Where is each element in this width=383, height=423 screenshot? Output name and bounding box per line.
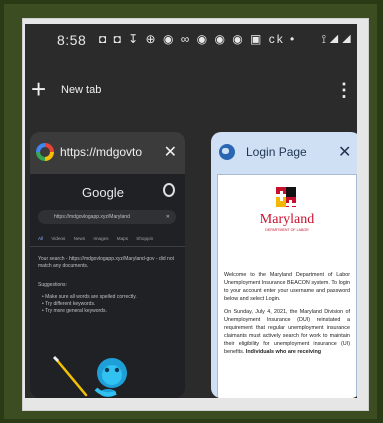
more-options-icon[interactable]: ⋮ (335, 80, 353, 101)
tab-card-title: Login Page (246, 145, 307, 159)
suggestions-heading: Suggestions: (38, 282, 67, 288)
no-results-illustration (52, 355, 127, 397)
globe-icon (219, 144, 235, 160)
notice-paragraph: On Sunday, July 4, 2021, the Maryland Di… (224, 308, 350, 356)
suggestions-list: • Make sure all words are spelled correc… (42, 294, 172, 315)
tab-card-preview: Google https://mdgovlogapp.xyz/Maryland … (30, 174, 185, 398)
welcome-paragraph: Welcome to the Maryland Department of La… (224, 272, 350, 302)
tab-card-google-search[interactable]: https://mdgovto ✕ Google https://mdgovlo… (30, 132, 185, 398)
tab-switcher-toolbar: + New tab ⋮ (25, 74, 357, 106)
close-tab-button[interactable]: ✕ (164, 142, 177, 162)
google-wordmark: Google (82, 185, 124, 200)
result-tab-all: All (38, 236, 44, 241)
maryland-logo-subtitle: DEPARTMENT OF LABOR (265, 228, 309, 232)
new-tab-plus-icon[interactable]: + (31, 74, 46, 105)
suggestion-item: • Make sure all words are spelled correc… (42, 294, 137, 300)
tab-card-header: Login Page ✕ (211, 132, 357, 174)
google-g-icon (36, 143, 54, 161)
account-avatar-icon (163, 183, 175, 197)
suggestion-item: • Try more general keywords. (42, 308, 107, 314)
result-tab-videos: Videos (51, 236, 66, 241)
clear-search-icon: ✕ (165, 214, 170, 220)
search-box: https://mdgovlogapp.xyz/Maryland ✕ (38, 210, 176, 224)
status-bar: 8:58 ◘ ◘ ↧ ⊕ ◉ ∞ ◉ ◉ ◉ ▣ ck • ⟟ ◢ ◢ (25, 30, 357, 50)
result-tab-images: Images (93, 236, 109, 241)
suggestion-item: • Try different keywords. (42, 301, 96, 307)
maryland-logo-word: Maryland (260, 212, 314, 227)
notice-bold-text: Individuals who are receiving (245, 349, 322, 355)
result-tab-news: News (73, 236, 86, 241)
notification-icons: ◘ ◘ ↧ ⊕ ◉ ∞ ◉ ◉ ◉ ▣ ck • (99, 32, 297, 46)
tab-card-preview: Maryland DEPARTMENT OF LABOR Welcome to … (217, 174, 357, 398)
maryland-labor-logo: Maryland DEPARTMENT OF LABOR (260, 187, 314, 232)
login-page-text: Welcome to the Maryland Department of La… (224, 271, 350, 361)
divider (30, 246, 185, 247)
phone-screen: 8:58 ◘ ◘ ↧ ⊕ ◉ ∞ ◉ ◉ ◉ ▣ ck • ⟟ ◢ ◢ + Ne… (25, 24, 357, 398)
tab-card-header: https://mdgovto ✕ (30, 132, 185, 174)
tab-card-url: https://mdgovto (60, 145, 143, 159)
tab-card-login-page[interactable]: Login Page ✕ Maryland DEPARTMENT OF LABO… (211, 132, 357, 398)
status-time: 8:58 (57, 32, 87, 48)
new-tab-button[interactable]: New tab (61, 84, 101, 96)
close-tab-button[interactable]: ✕ (338, 142, 351, 162)
search-result-tabs: All Videos News Images Maps Shoppin (38, 236, 178, 241)
no-results-message: Your search - https://mdgovlogapp.xyz/Ma… (38, 256, 174, 269)
signal-icons: ⟟ ◢ ◢ (321, 32, 351, 46)
search-query: https://mdgovlogapp.xyz/Maryland (54, 214, 130, 220)
result-tab-maps: Maps (116, 236, 129, 241)
result-tab-shopping: Shoppin (136, 236, 154, 241)
